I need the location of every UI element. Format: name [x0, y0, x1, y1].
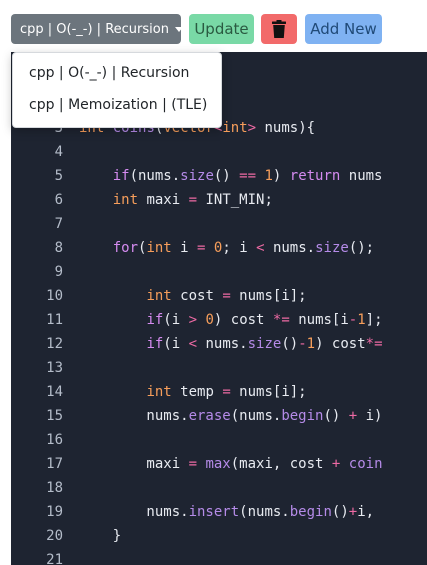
line-number: 6 — [54, 192, 63, 208]
line-number: 8 — [54, 240, 63, 256]
line-number: 19 — [46, 504, 63, 520]
line-number: 10 — [46, 288, 63, 304]
delete-button[interactable] — [261, 14, 297, 44]
code-text: } — [79, 528, 122, 544]
line-number: 4 — [54, 144, 63, 160]
line-number: 21 — [46, 552, 63, 565]
line-number: 9 — [54, 264, 63, 280]
code-text: for(int i = 0; i < nums.size(); — [112, 240, 375, 256]
dropdown-option-recursion[interactable]: cpp | O(-_-) | Recursion — [29, 61, 189, 85]
line-number: 17 — [46, 456, 63, 472]
line-number: 7 — [54, 216, 63, 232]
line-number: 15 — [46, 408, 63, 424]
dropdown-option-memoization[interactable]: cpp | Memoization | (TLE) — [29, 93, 207, 117]
code-editor[interactable]: 3 int coins(vector<int> nums){4 5 if(nums.… — [11, 52, 427, 565]
language-dropdown-menu: cpp | O(-_-) | Recursion cpp | Memoizati… — [12, 52, 222, 128]
code-text: int maxi = INT_MIN; — [112, 192, 273, 208]
update-button[interactable]: Update — [189, 14, 254, 44]
line-number: 14 — [46, 384, 63, 400]
caret-down-icon — [174, 26, 183, 32]
code-text: maxi = max(maxi, cost + coin — [79, 456, 383, 472]
code-text: int cost = nums[i]; — [146, 288, 307, 304]
code-text: if(i > 0) cost *= nums[i-1]; — [146, 312, 383, 328]
trash-icon — [272, 20, 286, 38]
language-select-label: cpp | O(-_-) | Recursion — [20, 21, 169, 37]
line-number: 16 — [46, 432, 63, 448]
line-number: 20 — [46, 528, 63, 544]
code-text: if(nums.size() == 1) return nums — [112, 168, 383, 184]
code-text: int temp = nums[i]; — [146, 384, 307, 400]
line-number: 18 — [46, 480, 63, 496]
line-number: 12 — [46, 336, 63, 352]
line-number: 11 — [46, 312, 63, 328]
language-select-button[interactable]: cpp | O(-_-) | Recursion — [11, 14, 183, 44]
line-number: 5 — [54, 168, 63, 184]
code-text: nums.insert(nums.begin()+i, — [79, 504, 375, 520]
code-text: if(i < nums.size()-1) cost*= — [146, 336, 383, 352]
line-number: 13 — [46, 360, 63, 376]
code-text: nums.erase(nums.begin() + i) — [79, 408, 383, 424]
add-new-button[interactable]: Add New — [305, 14, 382, 44]
toolbar: cpp | O(-_-) | Recursion Update Add New — [0, 0, 427, 52]
